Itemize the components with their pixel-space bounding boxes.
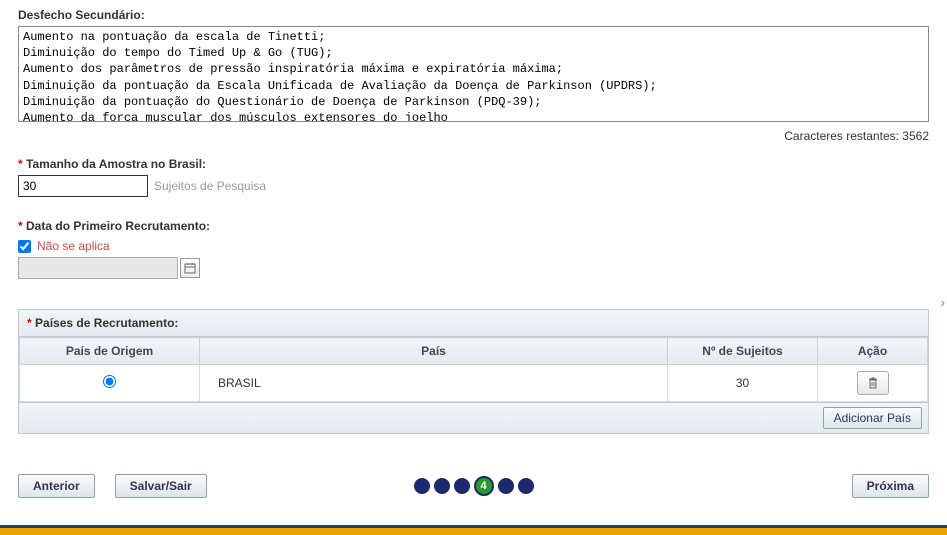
th-pais: País: [200, 338, 668, 365]
trash-icon: [867, 377, 879, 389]
amostra-input[interactable]: [18, 175, 148, 197]
data-recrutamento-label: Data do Primeiro Recrutamento:: [18, 219, 929, 233]
step-dot-3[interactable]: [454, 478, 470, 494]
paises-panel: Países de Recrutamento: País de Origem P…: [18, 309, 929, 434]
calendar-icon[interactable]: [180, 258, 200, 278]
wizard-steps: 4: [414, 476, 534, 496]
td-pais: BRASIL: [200, 365, 668, 402]
adicionar-pais-button[interactable]: Adicionar País: [823, 407, 922, 429]
anterior-button[interactable]: Anterior: [18, 474, 95, 498]
paises-table: País de Origem País Nº de Sujeitos Ação …: [19, 337, 928, 402]
step-dot-5[interactable]: [498, 478, 514, 494]
step-dot-2[interactable]: [434, 478, 450, 494]
th-acao: Ação: [818, 338, 928, 365]
paises-panel-header: Países de Recrutamento:: [19, 310, 928, 337]
salvar-sair-button[interactable]: Salvar/Sair: [115, 474, 207, 498]
td-sujeitos: 30: [668, 365, 818, 402]
step-dot-6[interactable]: [518, 478, 534, 494]
origem-radio[interactable]: [103, 375, 116, 388]
char-count: Caracteres restantes: 3562: [18, 129, 929, 143]
amostra-hint: Sujeitos de Pesquisa: [154, 179, 266, 193]
table-row: BRASIL 30: [20, 365, 928, 402]
delete-row-button[interactable]: [857, 371, 889, 395]
proxima-button[interactable]: Próxima: [852, 474, 929, 498]
right-caret-icon[interactable]: ›: [940, 294, 945, 310]
data-recrutamento-input: [18, 257, 178, 279]
nao-aplica-label: Não se aplica: [37, 239, 110, 253]
nao-aplica-checkbox[interactable]: [18, 240, 31, 253]
desfecho-textarea[interactable]: [18, 26, 929, 122]
th-origem: País de Origem: [20, 338, 200, 365]
step-dot-1[interactable]: [414, 478, 430, 494]
step-dot-4[interactable]: 4: [474, 476, 494, 496]
amostra-label: Tamanho da Amostra no Brasil:: [18, 157, 929, 171]
th-sujeitos: Nº de Sujeitos: [668, 338, 818, 365]
desfecho-label: Desfecho Secundário:: [18, 8, 929, 22]
